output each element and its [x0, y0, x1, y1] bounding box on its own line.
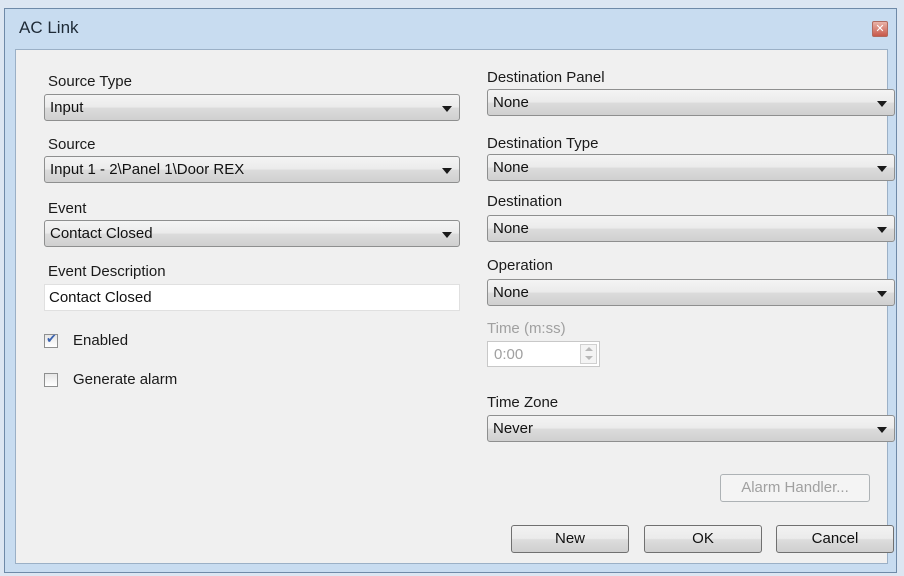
event-value: Contact Closed [50, 225, 153, 242]
title-bar[interactable]: AC Link ✕ [5, 9, 896, 45]
window-title: AC Link [19, 18, 79, 37]
destination-type-dropdown[interactable]: None [487, 154, 895, 181]
ok-button[interactable]: OK [644, 525, 762, 553]
destination-dropdown[interactable]: None [487, 215, 895, 242]
chevron-down-icon [877, 227, 887, 233]
checkmark-icon: ✔ [46, 332, 57, 347]
chevron-down-icon [877, 101, 887, 107]
ac-link-dialog: AC Link ✕ Source Type Input Source Input… [4, 8, 897, 573]
chevron-down-icon [442, 106, 452, 112]
source-type-dropdown[interactable]: Input [44, 94, 460, 121]
event-description-value: Contact Closed [49, 289, 152, 306]
alarm-handler-button[interactable]: Alarm Handler... [720, 474, 870, 502]
event-description-field[interactable]: Contact Closed [44, 284, 460, 311]
source-type-value: Input [50, 99, 84, 116]
time-value: 0:00 [494, 346, 524, 363]
destination-value: None [493, 220, 529, 237]
time-label: Time (m:ss) [487, 320, 566, 337]
close-icon[interactable]: ✕ [872, 21, 888, 37]
destination-type-label: Destination Type [487, 135, 599, 152]
spin-buttons[interactable] [580, 344, 597, 364]
source-type-label: Source Type [48, 73, 132, 90]
operation-value: None [493, 284, 529, 301]
generate-alarm-checkbox[interactable] [44, 373, 58, 387]
chevron-down-icon [877, 291, 887, 297]
time-zone-label: Time Zone [487, 394, 559, 411]
chevron-down-icon [442, 232, 452, 238]
source-dropdown[interactable]: Input 1 - 2\Panel 1\Door REX [44, 156, 460, 183]
event-description-label: Event Description [48, 263, 166, 280]
event-label: Event [48, 200, 87, 217]
enabled-checkbox[interactable]: ✔ [44, 332, 58, 348]
spin-down-icon[interactable] [585, 356, 593, 360]
destination-panel-value: None [493, 94, 529, 111]
spin-up-icon[interactable] [585, 347, 593, 351]
generate-alarm-label: Generate alarm [73, 371, 178, 388]
time-spinner[interactable]: 0:00 [487, 341, 600, 367]
source-value: Input 1 - 2\Panel 1\Door REX [50, 161, 245, 178]
source-label: Source [48, 136, 96, 153]
dialog-body: Source Type Input Source Input 1 - 2\Pan… [15, 49, 895, 564]
chevron-down-icon [877, 427, 887, 433]
new-button[interactable]: New [511, 525, 629, 553]
destination-label: Destination [487, 193, 563, 210]
time-zone-dropdown[interactable]: Never [487, 415, 895, 442]
time-zone-value: Never [493, 420, 534, 437]
enabled-label: Enabled [73, 332, 129, 349]
chevron-down-icon [442, 168, 452, 174]
cancel-button[interactable]: Cancel [776, 525, 894, 553]
destination-panel-label: Destination Panel [487, 69, 605, 86]
chevron-down-icon [877, 166, 887, 172]
destination-panel-dropdown[interactable]: None [487, 89, 895, 116]
destination-type-value: None [493, 159, 529, 176]
operation-dropdown[interactable]: None [487, 279, 895, 306]
event-dropdown[interactable]: Contact Closed [44, 220, 460, 247]
operation-label: Operation [487, 257, 553, 274]
